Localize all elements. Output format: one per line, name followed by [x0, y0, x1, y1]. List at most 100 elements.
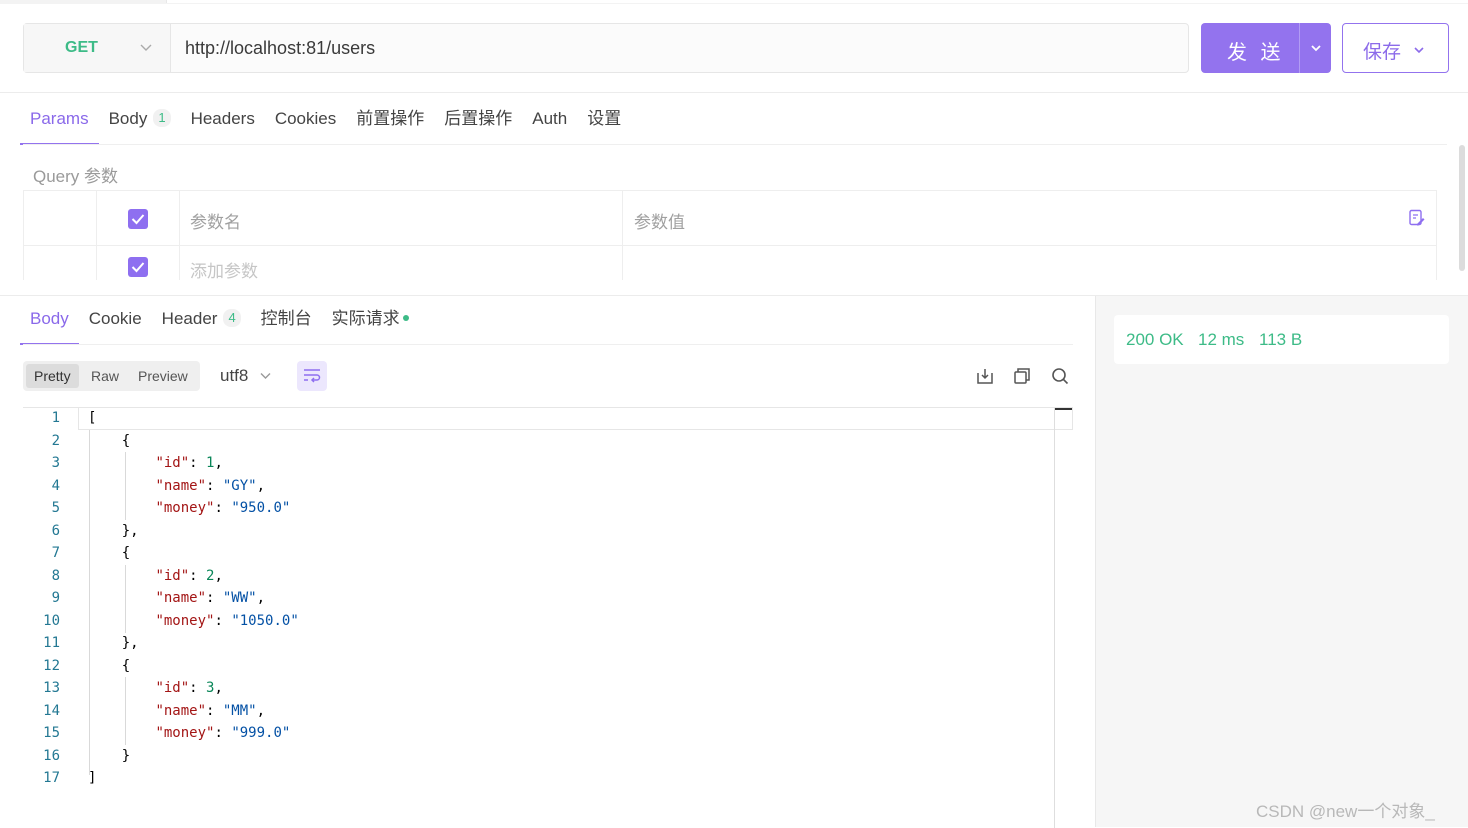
line-number: 2 [51, 432, 60, 449]
active-request-tab[interactable] [166, 0, 1468, 3]
params-scrollbar[interactable] [1459, 145, 1465, 271]
column-divider [96, 191, 97, 280]
send-options-chevron-icon[interactable] [1310, 42, 1322, 54]
param-value-field[interactable]: 参数值 [634, 208, 685, 233]
current-line-highlight [78, 408, 1073, 430]
line-number: 9 [51, 590, 60, 606]
code-line: "name": "MM", [155, 702, 266, 719]
editor-scroll-thumb[interactable] [1055, 408, 1072, 410]
divider [23, 144, 1447, 145]
column-divider [622, 191, 623, 280]
chevron-down-icon [260, 373, 271, 379]
code-line: }, [88, 635, 139, 651]
param-enabled-checkbox[interactable] [128, 257, 148, 277]
url-input[interactable]: http://localhost:81/users [185, 38, 375, 59]
count-badge: 4 [223, 309, 241, 327]
tab-label: 前置操作 [356, 109, 425, 128]
tab-label: 设置 [587, 109, 622, 128]
tab-label: Auth [532, 109, 568, 128]
param-name-field[interactable]: 参数名 [190, 208, 241, 233]
save-button[interactable]: 保存 [1342, 23, 1449, 73]
param-enabled-checkbox[interactable] [128, 209, 148, 229]
tab-settings[interactable]: 设置 [577, 107, 631, 143]
code-line: "money": "950.0" [155, 500, 291, 516]
tab-label: Body [30, 309, 69, 328]
status-code: 200 OK [1126, 330, 1184, 349]
download-icon[interactable] [976, 367, 994, 385]
code-line: { [88, 657, 131, 674]
tab-label: Params [30, 109, 89, 128]
view-raw-button[interactable]: Raw [83, 364, 127, 388]
response-meta-panel [1095, 296, 1468, 827]
response-body-editor[interactable]: 1 [2 {3 "id": 1, 4 "name": "GY", 5 "money":… [23, 407, 1073, 828]
tab-label: 后置操作 [444, 109, 513, 128]
window-tab-strip [0, 0, 1468, 4]
line-number: 10 [43, 612, 60, 629]
code-line: }, [88, 522, 139, 539]
tab-response-cookie[interactable]: Cookie [79, 307, 152, 343]
table-row: 参数名 参数值 [24, 191, 1436, 246]
tab-label: Cookie [88, 309, 142, 328]
line-number: 4 [51, 477, 60, 494]
code-line: "money": "1050.0" [155, 612, 299, 629]
tab-body[interactable]: Body 1 [99, 107, 181, 143]
line-number: 11 [43, 635, 60, 651]
bulk-edit-icon[interactable] [1408, 209, 1426, 227]
line-number: 5 [51, 500, 60, 516]
copy-icon[interactable] [1013, 367, 1031, 385]
line-number: 13 [43, 680, 60, 696]
word-wrap-icon [304, 369, 321, 383]
chevron-down-icon [1414, 47, 1424, 54]
tab-label: Headers [190, 109, 255, 128]
column-divider [179, 191, 180, 280]
tab-cookies[interactable]: Cookies [265, 107, 346, 143]
tab-actual-request[interactable]: 实际请求 [322, 307, 419, 343]
encoding-select[interactable]: utf8 [220, 366, 248, 386]
code-line: } [88, 747, 131, 764]
save-label: 保存 [1363, 42, 1402, 63]
editor-scrollbar[interactable] [1054, 408, 1055, 828]
code-line: "name": "GY", [155, 477, 266, 494]
code-line: "id": 2, [155, 567, 223, 584]
line-number: 14 [43, 702, 60, 719]
tab-label: Body [108, 109, 148, 128]
request-bar: GET http://localhost:81/users [23, 23, 1189, 73]
view-preview-button[interactable]: Preview [130, 364, 196, 388]
chevron-down-icon [140, 44, 152, 51]
line-number: 3 [51, 455, 60, 471]
view-pretty-button[interactable]: Pretty [26, 364, 79, 388]
tab-pre-script[interactable]: 前置操作 [346, 107, 434, 143]
code-line: [ [88, 410, 97, 426]
check-icon [131, 262, 145, 273]
count-badge: 1 [153, 109, 171, 127]
search-icon[interactable] [1051, 367, 1069, 385]
tab-console[interactable]: 控制台 [251, 307, 322, 343]
add-param-field[interactable]: 添加参数 [190, 257, 258, 280]
line-number: 1 [51, 410, 60, 426]
tab-label: 控制台 [260, 309, 312, 328]
line-number: 15 [43, 725, 60, 741]
tab-params[interactable]: Params [20, 107, 99, 145]
line-number: 17 [43, 770, 60, 786]
tab-response-body[interactable]: Body [20, 307, 79, 345]
word-wrap-button[interactable] [297, 361, 327, 391]
divider [23, 344, 1073, 345]
tab-response-header[interactable]: Header 4 [152, 307, 251, 343]
tab-headers[interactable]: Headers [181, 107, 265, 143]
code-line: "id": 1, [155, 455, 223, 471]
send-label: 发 送 [1227, 42, 1285, 64]
code-line: { [88, 545, 131, 561]
send-button[interactable]: 发 送 [1201, 23, 1331, 73]
code-line: "name": "WW", [155, 590, 266, 606]
tab-auth[interactable]: Auth [522, 107, 577, 143]
table-row: 添加参数 [24, 246, 1436, 280]
tab-label: 实际请求 [331, 309, 400, 328]
code-line: "money": "999.0" [155, 725, 291, 741]
line-number: 16 [43, 747, 60, 764]
tab-post-script[interactable]: 后置操作 [434, 107, 522, 143]
method-select[interactable]: GET [24, 24, 171, 72]
request-tabs: Params Body 1 Headers Cookies 前置操作 后置操作 A… [20, 107, 631, 145]
status-dot [402, 315, 409, 321]
line-number: 6 [51, 522, 60, 539]
response-time: 12 ms [1198, 330, 1245, 349]
